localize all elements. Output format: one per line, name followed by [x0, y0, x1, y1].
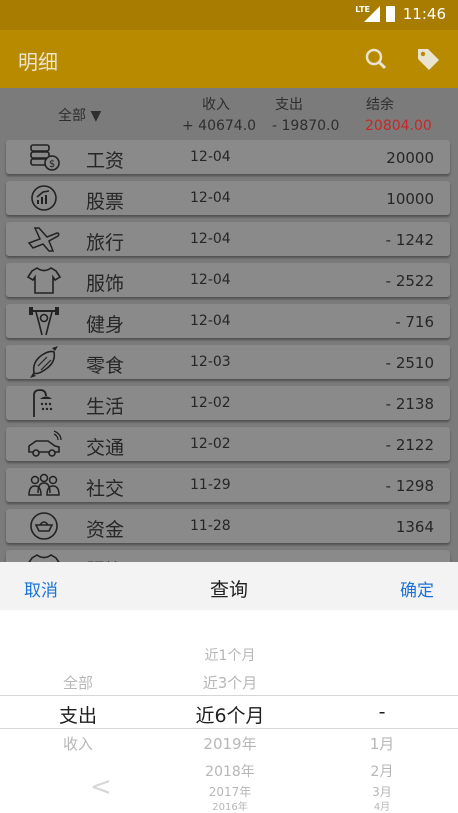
category-label: 股票	[86, 191, 125, 213]
shower-icon	[33, 389, 53, 417]
confirm-button[interactable]: 确定	[400, 576, 434, 601]
transaction-row[interactable]: 股票 12-04 10000	[6, 181, 450, 215]
svg-text:$: $	[49, 159, 55, 170]
signal-icon	[364, 6, 380, 22]
amount-label: - 2510	[385, 354, 434, 372]
amount-label: - 2138	[385, 395, 434, 413]
amount-label: 20000	[386, 149, 434, 167]
money-icon: $	[30, 144, 60, 171]
type-option-all[interactable]: 全部	[40, 672, 116, 693]
candy-icon	[30, 346, 58, 378]
balance-label: 结余	[366, 97, 394, 113]
search-icon[interactable]	[362, 45, 390, 73]
income-label: 收入	[202, 97, 230, 113]
month-option-selected[interactable]: -	[344, 701, 420, 723]
sheet-title: 查询	[209, 579, 248, 601]
date-label: 11-28	[190, 518, 231, 534]
category-label: 零食	[86, 355, 125, 377]
amount-label: - 2122	[385, 436, 434, 454]
type-option-selected[interactable]: 支出	[40, 701, 116, 728]
stock-icon	[31, 185, 57, 211]
shirt-icon	[28, 554, 60, 562]
ingot-icon	[30, 512, 58, 540]
sheet-header: 取消 查询 确定	[0, 562, 458, 610]
transaction-row[interactable]: 资金 11-28 1364	[6, 509, 450, 543]
category-label: 旅行	[86, 232, 125, 254]
filter-dropdown[interactable]: 全部 ▼	[58, 105, 101, 125]
date-label: 12-04	[190, 190, 231, 206]
tag-icon[interactable]	[414, 45, 442, 73]
month-option[interactable]: 2月	[344, 761, 420, 781]
category-label: 工资	[86, 150, 125, 172]
summary-bar: 全部 ▼ 收入 支出 结余 + 40674.0 - 19870.0 20804.…	[0, 88, 458, 140]
range-option[interactable]: 近3个月	[180, 672, 280, 693]
transaction-row[interactable]: $ 工资 12-04 20000	[6, 140, 450, 174]
month-option[interactable]: 1月	[344, 733, 420, 754]
range-option[interactable]: 2019年	[180, 733, 280, 754]
category-label: 服饰	[86, 273, 125, 295]
expense-label: 支出	[275, 97, 303, 113]
transaction-row[interactable]: 社交 11-29 - 1298	[6, 468, 450, 502]
query-sheet: 取消 查询 确定 全部 支出 收入 近1个月 近3个月 近6个月 2019年 2…	[0, 562, 458, 813]
range-option[interactable]: 2018年	[180, 761, 280, 781]
car-icon	[28, 430, 62, 457]
transaction-list-area: 全部 ▼ 收入 支出 结余 + 40674.0 - 19870.0 20804.…	[0, 88, 458, 562]
shirt-icon	[26, 267, 62, 294]
status-bar: LTE 11:46	[0, 0, 458, 30]
date-label: 12-02	[190, 436, 231, 452]
category-label: 资金	[86, 519, 125, 541]
date-label: 12-03	[190, 354, 231, 370]
status-time: 11:46	[402, 5, 446, 23]
date-label: 11-29	[190, 477, 231, 493]
amount-label: 1364	[395, 518, 434, 536]
type-option-income[interactable]: 收入	[40, 733, 116, 754]
transaction-row[interactable]: 服饰 12-04 - 2522	[6, 263, 450, 297]
transaction-row[interactable]: 旅行 12-04 - 1242	[6, 222, 450, 256]
income-total: + 40674.0	[182, 118, 257, 134]
amount-label: 10000	[386, 190, 434, 208]
range-option[interactable]: 近1个月	[180, 645, 280, 665]
range-option[interactable]: 2016年	[180, 798, 280, 813]
date-label: 12-04	[190, 149, 231, 165]
range-option-selected[interactable]: 近6个月	[180, 701, 280, 728]
fitness-icon	[29, 307, 59, 336]
amount-label: - 2522	[385, 272, 434, 290]
amount-label: - 1298	[385, 477, 434, 495]
transaction-row[interactable]: 零食 12-03 - 2510	[6, 345, 450, 379]
amount-label: - 1242	[385, 231, 434, 249]
transaction-row[interactable]: 交通 12-02 - 2122	[6, 427, 450, 461]
airplane-icon	[27, 227, 60, 252]
page-title: 明细	[18, 50, 58, 74]
balance-total: 20804.00	[365, 118, 432, 134]
category-label: 交通	[86, 437, 125, 459]
amount-label: - 716	[395, 313, 434, 331]
date-label: 12-02	[190, 395, 231, 411]
people-icon	[28, 473, 60, 496]
category-label: 生活	[86, 396, 125, 418]
transaction-row[interactable]: 生活 12-02 - 2138	[6, 386, 450, 420]
date-label: 12-04	[190, 313, 231, 329]
expense-total: - 19870.0	[272, 118, 340, 134]
transaction-row[interactable]: 服饰	[6, 550, 450, 562]
battery-icon	[386, 6, 395, 22]
category-label: 健身	[86, 314, 125, 336]
month-option[interactable]: 4月	[344, 798, 420, 813]
date-label: 12-04	[190, 272, 231, 288]
app-bar: 明细	[0, 30, 458, 88]
date-label: 12-04	[190, 231, 231, 247]
transaction-row[interactable]: 健身 12-04 - 716	[6, 304, 450, 338]
category-label: 社交	[86, 478, 125, 500]
chevron-left-icon: <	[90, 772, 112, 802]
